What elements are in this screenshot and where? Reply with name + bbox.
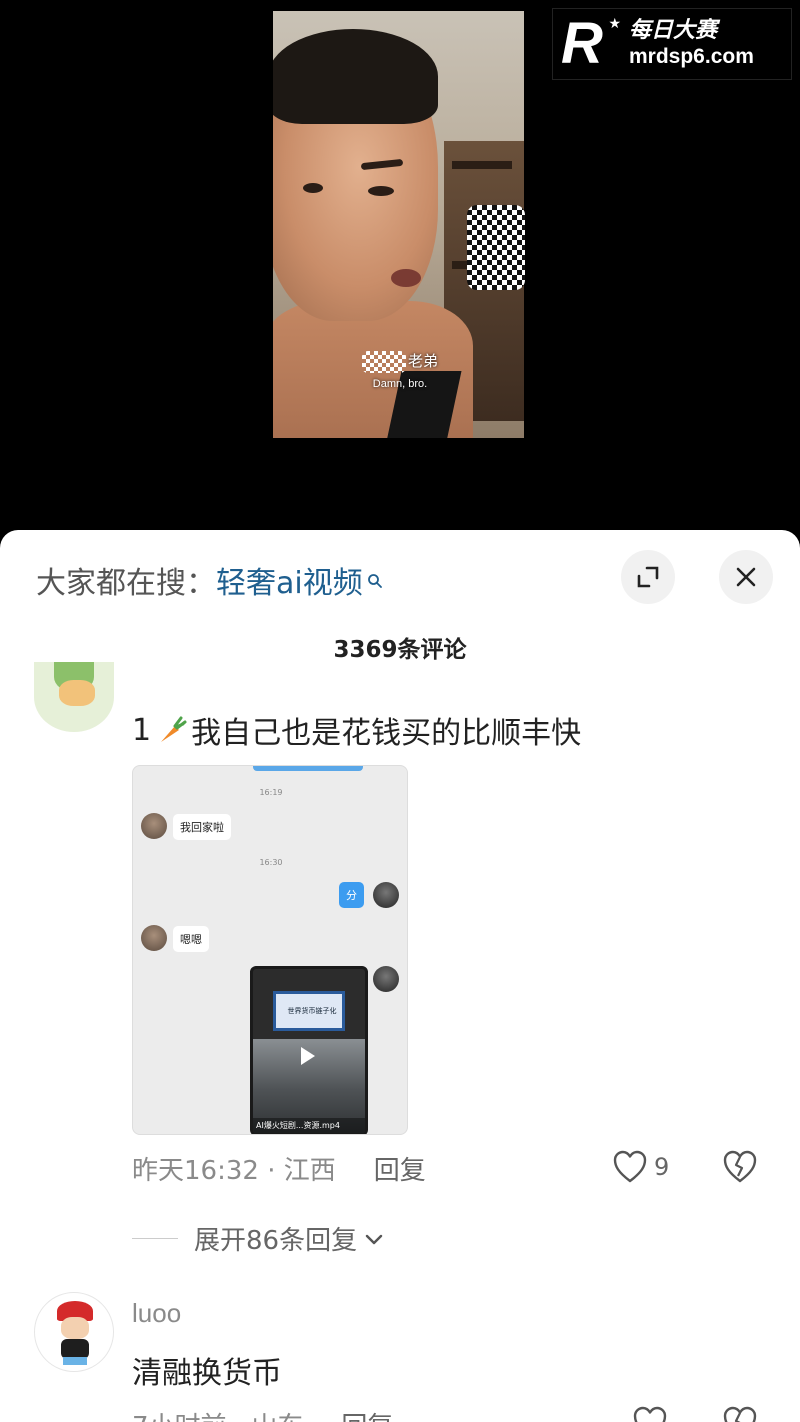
chat-avatar xyxy=(373,882,399,908)
video-screen-text: 世界货币链子化 xyxy=(287,1007,337,1015)
chat-bubble: 分 xyxy=(339,882,364,908)
expand-icon xyxy=(637,566,659,588)
like-count: 9 xyxy=(654,1153,670,1181)
carrot-icon xyxy=(155,714,187,746)
broken-heart-icon xyxy=(723,1406,757,1422)
video-player[interactable]: 老弟 Damn, bro. R ★ 每日大赛 mrdsp6.com xyxy=(0,0,800,540)
divider xyxy=(132,1238,178,1239)
comment-text[interactable]: 1 我自己也是花钱买的比顺丰快 xyxy=(132,708,581,752)
chat-avatar xyxy=(373,966,399,992)
expand-button[interactable] xyxy=(621,550,675,604)
expand-replies-button[interactable]: 展开86条回复 xyxy=(132,1220,385,1257)
like-button[interactable]: 9 xyxy=(612,1150,669,1184)
chat-avatar xyxy=(141,813,167,839)
watermark-logo: R ★ xyxy=(561,11,621,76)
chat-timestamp: 16:19 xyxy=(259,788,283,797)
trending-search-term[interactable]: 轻奢ai视频 xyxy=(216,558,363,602)
reply-button[interactable]: 回复 xyxy=(374,1150,426,1187)
person-mouth xyxy=(391,269,421,287)
censor-pattern xyxy=(361,350,406,373)
video-filename: AI爆火短剧...资源.mp4 xyxy=(253,1118,365,1133)
person-hair xyxy=(273,29,438,124)
comment-meta: 昨天16:32 · 江西 回复 xyxy=(132,1150,426,1187)
video-subtitle-cn: 老弟 xyxy=(350,350,450,373)
chat-avatar xyxy=(141,925,167,951)
chat-topbar xyxy=(253,766,363,771)
trending-search-label: 大家都在搜： xyxy=(36,566,216,601)
username[interactable]: luoo xyxy=(132,1298,181,1329)
chat-bubble: 嗯嗯 xyxy=(173,926,209,952)
video-subtitle-en: Damn, bro. xyxy=(372,378,428,390)
avatar[interactable] xyxy=(34,662,114,732)
comment-meta: 7小时前 · 山东 回复 xyxy=(132,1406,393,1422)
censor-pattern xyxy=(467,205,525,290)
play-icon xyxy=(301,1047,315,1065)
subtitle-cn-text: 老弟 xyxy=(407,352,438,370)
close-button[interactable] xyxy=(719,550,773,604)
reply-button[interactable]: 回复 xyxy=(341,1406,393,1422)
chat-video-message: 世界货币链子化 AI爆火短剧...资源.mp4 xyxy=(250,966,368,1134)
comment-count-title: 3369条评论 xyxy=(333,637,467,663)
comment-text[interactable]: 清融换货币 xyxy=(132,1348,282,1392)
watermark-url: mrdsp6.com xyxy=(629,45,754,68)
avatar[interactable] xyxy=(34,1292,114,1372)
trending-search[interactable]: 大家都在搜： 轻奢ai视频 xyxy=(36,558,383,602)
person-eye xyxy=(368,186,394,196)
watermark: R ★ 每日大赛 mrdsp6.com xyxy=(552,8,792,80)
like-button[interactable] xyxy=(632,1406,668,1422)
heart-icon xyxy=(613,1150,647,1183)
heart-icon xyxy=(633,1406,667,1422)
dislike-button[interactable] xyxy=(722,1150,758,1188)
search-icon xyxy=(367,562,383,588)
person-eye xyxy=(303,183,323,193)
comment-sheet: 大家都在搜： 轻奢ai视频 3369条评论 1 我自己也是花钱买的比顺丰快 16… xyxy=(0,530,800,1422)
close-icon xyxy=(736,567,756,587)
comment-body: 我自己也是花钱买的比顺丰快 xyxy=(191,716,582,751)
comment-prefix: 1 xyxy=(132,712,152,748)
chevron-down-icon xyxy=(365,1234,383,1244)
video-screen: 世界货币链子化 xyxy=(273,991,345,1031)
dislike-button[interactable] xyxy=(722,1406,758,1422)
broken-heart-icon xyxy=(723,1150,757,1183)
chat-bubble: 我回家啦 xyxy=(173,814,231,840)
watermark-brand: 每日大赛 xyxy=(629,18,718,43)
comment-time-location: 7小时前 · 山东 xyxy=(132,1406,303,1422)
comment-image[interactable]: 16:19 我回家啦 16:30 分 嗯嗯 世界货币链子化 AI爆火短剧...资… xyxy=(132,765,408,1135)
expand-replies-label: 展开86条回复 xyxy=(194,1226,358,1256)
comment-time-location: 昨天16:32 · 江西 xyxy=(132,1156,336,1186)
chat-timestamp: 16:30 xyxy=(259,858,283,867)
